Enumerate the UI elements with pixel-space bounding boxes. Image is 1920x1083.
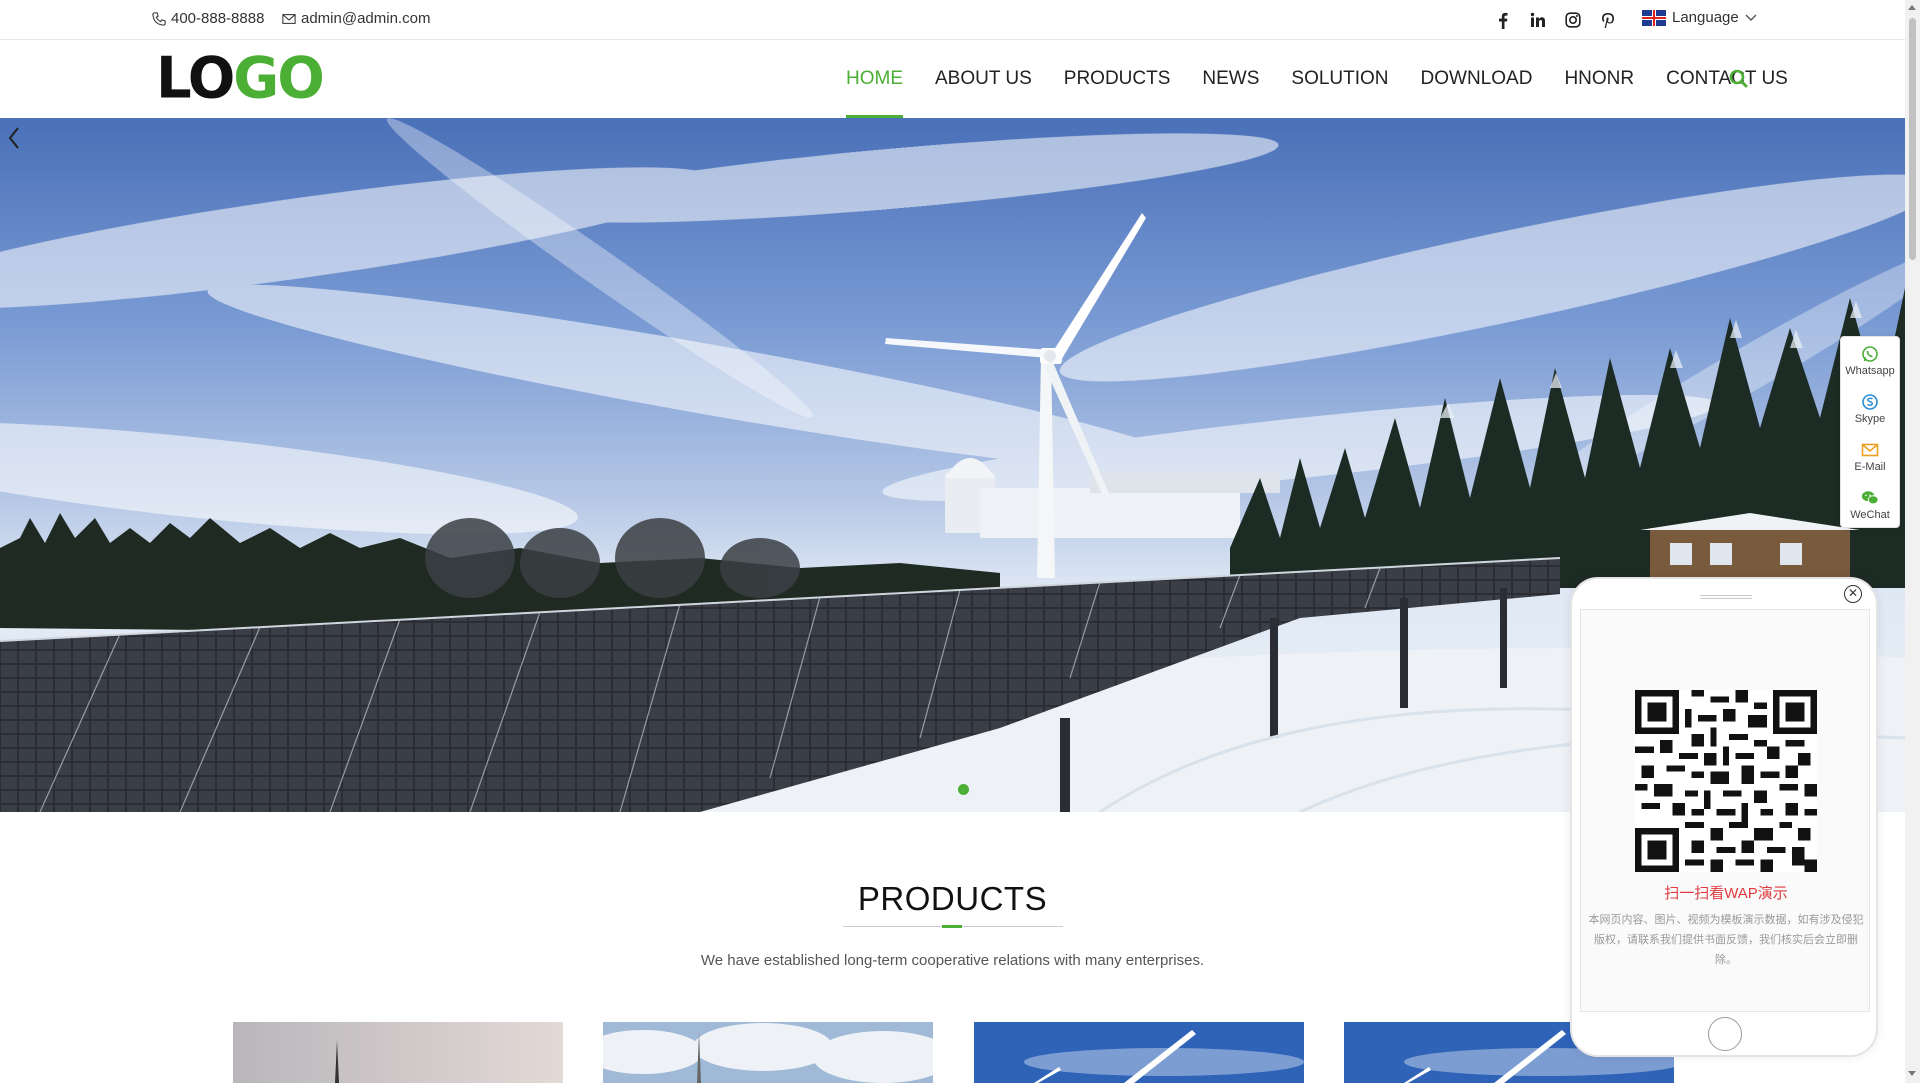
nav-home[interactable]: HOME <box>830 40 919 118</box>
phone-contact[interactable]: 400-888-8888 <box>152 10 264 27</box>
side-email-label: E-Mail <box>1854 461 1886 473</box>
wechat-icon <box>1861 491 1879 505</box>
scroll-down-arrow-icon[interactable] <box>1908 1071 1916 1076</box>
search-icon[interactable] <box>1728 68 1750 90</box>
top-bar: 400-888-8888 admin@admin.com Language <box>0 0 1905 40</box>
nav-contact-us[interactable]: CONTACT US <box>1650 40 1804 118</box>
scroll-thumb[interactable] <box>1909 18 1916 260</box>
product-image <box>233 1022 563 1083</box>
product-image <box>974 1022 1304 1083</box>
nav-about-us[interactable]: ABOUT US <box>919 40 1048 118</box>
logo-text-green: GO <box>233 45 325 112</box>
skype-icon <box>1862 394 1878 410</box>
nav-news[interactable]: NEWS <box>1186 40 1275 118</box>
nav-solution[interactable]: SOLUTION <box>1275 40 1404 118</box>
language-selector[interactable]: Language <box>1642 9 1757 26</box>
side-wechat[interactable]: WeChat <box>1841 481 1899 529</box>
linkedin-icon[interactable] <box>1527 9 1549 31</box>
heading-accent-bar <box>942 925 962 928</box>
page-scrollbar[interactable] <box>1905 0 1920 1083</box>
close-icon[interactable]: ✕ <box>1844 585 1862 603</box>
mail-icon <box>282 13 296 24</box>
product-card[interactable] <box>974 1022 1304 1083</box>
wap-qr-popup: ✕ 扫一扫看WAP演示 本网页内容、图片、视频为模板演示数据，如有涉及侵犯版权，… <box>1570 577 1878 1057</box>
side-skype-label: Skype <box>1854 413 1886 425</box>
logo-text-black: LO <box>156 45 235 112</box>
phone-number: 400-888-8888 <box>171 10 265 27</box>
facebook-icon[interactable] <box>1492 9 1514 31</box>
language-label: Language <box>1672 9 1739 26</box>
main-nav: HOME ABOUT US PRODUCTS NEWS SOLUTION DOW… <box>830 40 1804 118</box>
social-links <box>1492 9 1619 31</box>
nav-hnonr[interactable]: HNONR <box>1548 40 1650 118</box>
whatsapp-icon <box>1862 346 1878 362</box>
scroll-up-arrow-icon[interactable] <box>1908 5 1916 10</box>
side-whatsapp[interactable]: Whatsapp <box>1841 337 1899 385</box>
product-card[interactable] <box>603 1022 933 1083</box>
phone-speaker <box>1700 595 1752 599</box>
nav-download[interactable]: DOWNLOAD <box>1405 40 1549 118</box>
product-image <box>603 1022 933 1083</box>
pinterest-icon[interactable] <box>1597 9 1619 31</box>
email-address: admin@admin.com <box>301 10 431 27</box>
phone-icon <box>152 11 166 26</box>
side-contact-float: Whatsapp Skype E-Mail WeChat <box>1840 336 1900 528</box>
side-email[interactable]: E-Mail <box>1841 433 1899 481</box>
email-contact[interactable]: admin@admin.com <box>282 10 430 27</box>
nav-products[interactable]: PRODUCTS <box>1048 40 1187 118</box>
site-logo[interactable]: LOGO <box>156 50 325 107</box>
product-card[interactable] <box>233 1022 563 1083</box>
phone-screen: 扫一扫看WAP演示 本网页内容、图片、视频为模板演示数据，如有涉及侵犯版权，请联… <box>1580 609 1870 1012</box>
mail-icon <box>1861 443 1879 457</box>
side-whatsapp-label: Whatsapp <box>1845 365 1895 377</box>
site-header: LOGO HOME ABOUT US PRODUCTS NEWS SOLUTIO… <box>0 40 1905 118</box>
slider-dot-active[interactable] <box>958 784 969 795</box>
slider-prev-arrow-icon[interactable] <box>0 118 28 158</box>
side-skype[interactable]: Skype <box>1841 385 1899 433</box>
side-wechat-label: WeChat <box>1850 509 1890 521</box>
uk-flag-icon <box>1642 9 1666 26</box>
copyright-notice: 本网页内容、图片、视频为模板演示数据，如有涉及侵犯版权，请联系我们提供书面反馈，… <box>1588 914 1864 966</box>
instagram-icon[interactable] <box>1562 9 1584 31</box>
chevron-down-icon <box>1745 14 1757 21</box>
scan-wap-text: 扫一扫看WAP演示 <box>1664 885 1788 902</box>
phone-home-button[interactable] <box>1708 1017 1742 1051</box>
qr-code-image <box>1635 690 1817 872</box>
